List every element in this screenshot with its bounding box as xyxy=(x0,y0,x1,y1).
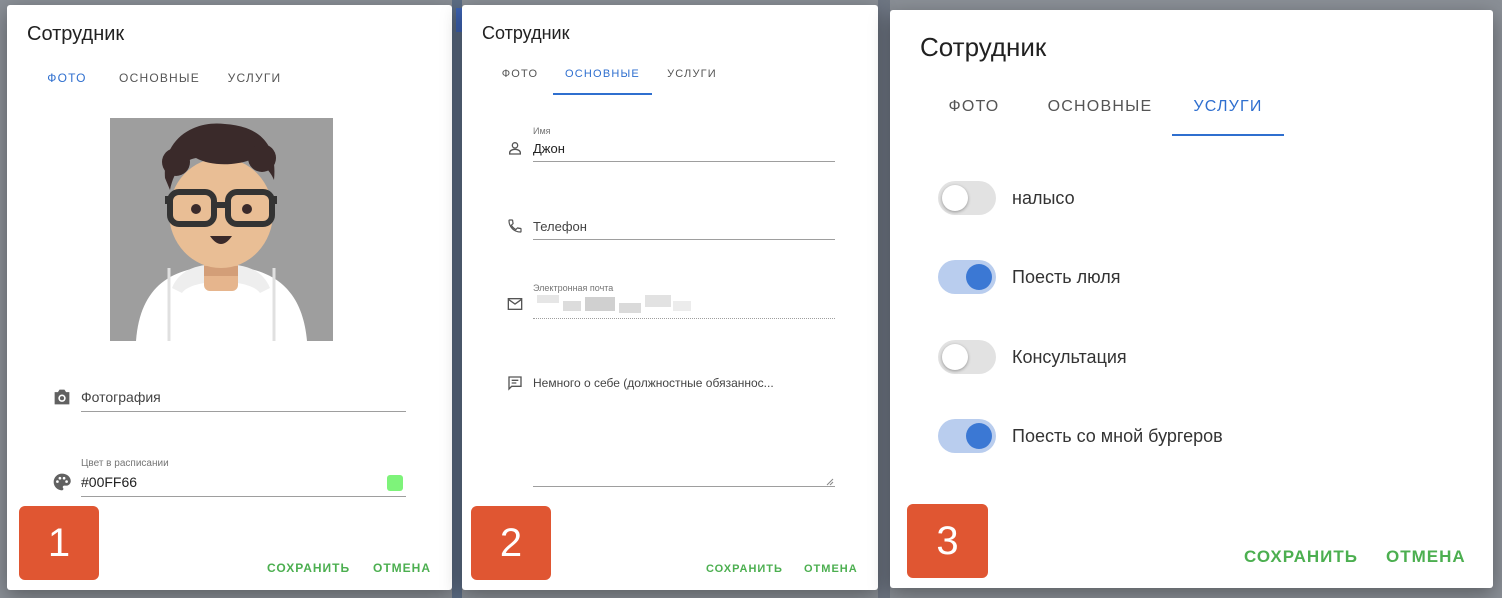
service-label: Поесть люля xyxy=(1012,267,1121,287)
name-field-input[interactable]: Джон xyxy=(533,141,565,156)
tab-bar: ФОТО ОСНОВНЫЕ УСЛУГИ xyxy=(920,92,1284,136)
service-toggle[interactable] xyxy=(938,181,996,215)
tab-basic[interactable]: ОСНОВНЫЕ xyxy=(553,61,652,95)
palette-icon xyxy=(53,473,71,491)
name-field-label: Имя xyxy=(533,126,551,136)
about-field[interactable]: Немного о себе (должностные обязаннос... xyxy=(533,376,774,390)
tab-basic[interactable]: ОСНОВНЫЕ xyxy=(1028,92,1172,136)
tab-photo[interactable]: ФОТО xyxy=(27,63,107,99)
tab-basic-label: ОСНОВНЫЕ xyxy=(119,71,200,85)
service-toggle[interactable] xyxy=(938,340,996,374)
save-button[interactable]: СОХРАНИТЬ xyxy=(1244,547,1358,567)
toggle-knob xyxy=(942,185,968,211)
background-strip-2 xyxy=(878,0,890,598)
color-underline xyxy=(81,496,406,497)
background-strip-1 xyxy=(452,0,462,598)
dialog-title: Сотрудник xyxy=(27,23,125,45)
tab-services[interactable]: УСЛУГИ xyxy=(1172,92,1284,136)
toggle-knob xyxy=(966,423,992,449)
cancel-button[interactable]: ОТМЕНА xyxy=(1386,547,1466,567)
step-badge-2: 2 xyxy=(471,506,551,580)
mail-icon xyxy=(507,298,523,310)
service-label: Поесть со мной бургеров xyxy=(1012,426,1223,446)
cancel-button[interactable]: ОТМЕНА xyxy=(804,563,858,575)
save-button[interactable]: СОХРАНИТЬ xyxy=(267,561,350,575)
service-label: налысо xyxy=(1012,188,1075,208)
phone-icon xyxy=(508,219,522,233)
tab-photo-label: ФОТО xyxy=(948,98,1000,115)
comment-icon xyxy=(508,376,522,391)
dialog-title: Сотрудник xyxy=(482,23,570,43)
employee-dialog-services: Сотрудник ФОТО ОСНОВНЫЕ УСЛУГИ налысо По… xyxy=(890,10,1493,588)
toggle-knob xyxy=(942,344,968,370)
tab-services-label: УСЛУГИ xyxy=(667,68,717,80)
photo-field[interactable]: Фотография xyxy=(81,389,161,405)
service-toggle[interactable] xyxy=(938,260,996,294)
color-swatch[interactable] xyxy=(387,475,403,491)
about-underline xyxy=(533,486,835,487)
color-field-input[interactable]: #00FF66 xyxy=(81,474,137,490)
toggle-knob xyxy=(966,264,992,290)
avatar-image xyxy=(110,118,333,341)
employee-dialog-basic: Сотрудник ФОТО ОСНОВНЫЕ УСЛУГИ Имя Джон … xyxy=(462,5,878,590)
save-button[interactable]: СОХРАНИТЬ xyxy=(706,563,783,575)
tab-photo[interactable]: ФОТО xyxy=(920,92,1028,136)
tab-basic-label: ОСНОВНЫЕ xyxy=(1047,98,1153,115)
email-field-redacted[interactable] xyxy=(533,293,693,315)
step-badge-1: 1 xyxy=(19,506,99,580)
cancel-button[interactable]: ОТМЕНА xyxy=(373,561,431,575)
tab-services-label: УСЛУГИ xyxy=(1193,98,1263,115)
step-badge-3: 3 xyxy=(907,504,988,578)
tab-photo-label: ФОТО xyxy=(47,71,87,85)
phone-underline xyxy=(533,239,835,240)
tab-photo[interactable]: ФОТО xyxy=(487,61,553,95)
tab-services-label: УСЛУГИ xyxy=(227,71,282,85)
service-toggle[interactable] xyxy=(938,419,996,453)
color-field-label: Цвет в расписании xyxy=(81,458,169,469)
tab-indicator xyxy=(1172,134,1284,136)
tab-bar: ФОТО ОСНОВНЫЕ УСЛУГИ xyxy=(487,61,732,95)
tab-basic[interactable]: ОСНОВНЫЕ xyxy=(107,63,212,99)
tab-bar: ФОТО ОСНОВНЫЕ УСЛУГИ xyxy=(27,63,297,99)
dialog-title: Сотрудник xyxy=(920,32,1047,62)
person-icon xyxy=(509,142,521,155)
photo-underline xyxy=(81,411,406,412)
email-underline xyxy=(533,318,835,319)
name-underline xyxy=(533,161,835,162)
employee-dialog-photo: Сотрудник ФОТО ОСНОВНЫЕ УСЛУГИ Фотографи… xyxy=(7,5,452,590)
email-field-label: Электронная почта xyxy=(533,283,614,293)
camera-icon xyxy=(54,389,70,405)
service-label: Консультация xyxy=(1012,347,1127,367)
tab-basic-label: ОСНОВНЫЕ xyxy=(565,68,640,80)
tab-services[interactable]: УСЛУГИ xyxy=(652,61,732,95)
resize-handle-icon[interactable] xyxy=(826,478,834,486)
phone-field[interactable]: Телефон xyxy=(533,219,587,234)
tab-photo-label: ФОТО xyxy=(501,68,539,80)
tab-indicator xyxy=(553,93,652,95)
tab-services[interactable]: УСЛУГИ xyxy=(212,63,297,99)
